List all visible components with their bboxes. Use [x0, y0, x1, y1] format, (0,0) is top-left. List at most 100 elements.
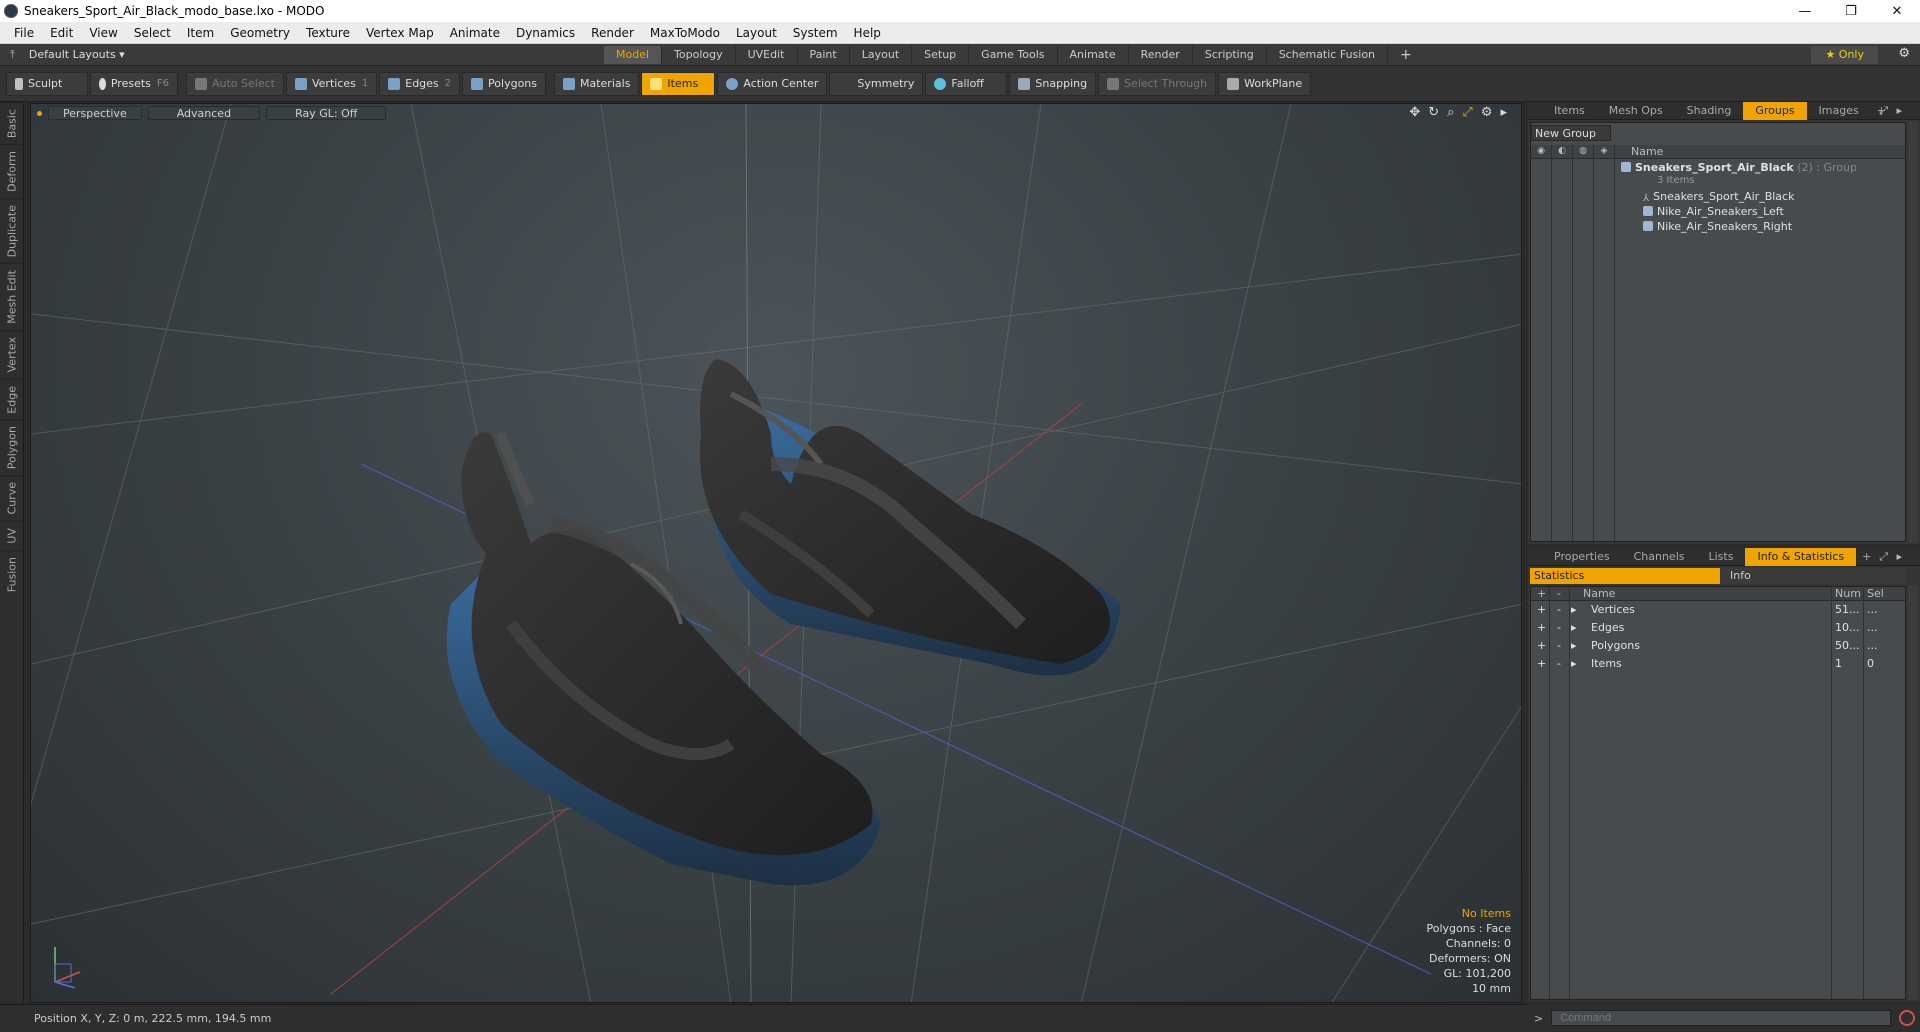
tab-channels[interactable]: Channels	[1622, 548, 1697, 566]
left-tab-duplicate[interactable]: Duplicate	[0, 198, 24, 264]
left-tab-fusion[interactable]: Fusion	[0, 549, 24, 598]
falloff-button[interactable]: Falloff	[925, 71, 1008, 96]
action-center-button[interactable]: Action Center	[717, 71, 828, 96]
lock-icon[interactable]: ◍	[1577, 146, 1589, 158]
raygl-button[interactable]: Ray GL: Off	[266, 106, 387, 120]
sculpt-button[interactable]: Sculpt	[6, 71, 88, 96]
3d-viewport[interactable]: Perspective Advanced Ray GL: Off ✥ ↻ ⌕ ⤢…	[30, 103, 1522, 1003]
new-group-button[interactable]: New Group	[1531, 125, 1611, 141]
tab-scripting[interactable]: Scripting	[1193, 46, 1267, 64]
viewport-menu-dot[interactable]	[37, 110, 42, 116]
only-button[interactable]: ★ Only	[1811, 46, 1878, 64]
snapping-button[interactable]: Snapping	[1009, 71, 1097, 96]
items-button[interactable]: Items	[641, 71, 716, 96]
left-tab-curve[interactable]: Curve	[0, 475, 24, 521]
left-tab-basic[interactable]: Basic	[0, 102, 24, 145]
tab-animate[interactable]: Animate	[1058, 46, 1129, 64]
tab-setup[interactable]: Setup	[912, 46, 970, 64]
tab-mesh-ops[interactable]: Mesh Ops	[1597, 102, 1675, 120]
tab-layout[interactable]: Layout	[850, 46, 913, 64]
menu-help[interactable]: Help	[846, 26, 889, 40]
group-child-row[interactable]: Nike_Air_Sneakers_Right	[1643, 219, 1905, 234]
move-view-icon[interactable]: ✥	[1409, 105, 1420, 120]
maximize-button[interactable]: ❐	[1828, 0, 1874, 22]
tab-model[interactable]: Model	[604, 46, 663, 64]
tab-paint[interactable]: Paint	[798, 46, 850, 64]
expand-arrow-icon[interactable]: ▸	[1571, 601, 1577, 619]
tab-render[interactable]: Render	[1129, 46, 1193, 64]
minimize-button[interactable]: —	[1782, 0, 1828, 22]
panel-menu-icon[interactable]: ▸	[1884, 102, 1914, 120]
tab-info-statistics[interactable]: Info & Statistics	[1745, 547, 1857, 566]
tab-schematic-fusion[interactable]: Schematic Fusion	[1267, 46, 1389, 64]
select-through-button[interactable]: Select Through	[1098, 71, 1217, 96]
command-input[interactable]	[1551, 1010, 1892, 1026]
subtab-info[interactable]: Info	[1720, 568, 1906, 584]
menu-edit[interactable]: Edit	[42, 26, 81, 40]
left-tab-deform[interactable]: Deform	[0, 144, 24, 199]
tab-shading[interactable]: Shading	[1675, 102, 1744, 120]
fit-view-icon[interactable]: ⤢	[1462, 105, 1472, 120]
edges-button[interactable]: Edges 2	[379, 71, 461, 96]
right-sneaker-model[interactable]	[699, 359, 1121, 676]
tab-items[interactable]: Items	[1542, 102, 1597, 120]
gear-icon[interactable]: ⚙	[1898, 46, 1910, 61]
expand-plus-icon[interactable]: +	[1537, 619, 1546, 637]
menu-geometry[interactable]: Geometry	[222, 26, 298, 40]
viewport-expand-icon[interactable]: ▸	[1500, 105, 1507, 120]
expand-plus-icon[interactable]: +	[1537, 637, 1546, 655]
tab-game-tools[interactable]: Game Tools	[969, 46, 1058, 64]
menu-file[interactable]: File	[6, 26, 42, 40]
vertices-button[interactable]: Vertices 1	[285, 71, 378, 96]
menu-select[interactable]: Select	[126, 26, 179, 40]
tab-lists[interactable]: Lists	[1697, 548, 1746, 566]
stat-row-vertices[interactable]: + - ▸ Vertices 51... ...	[1531, 601, 1905, 619]
group-child-row[interactable]: Nike_Air_Sneakers_Left	[1643, 204, 1905, 219]
expand-plus-icon[interactable]: +	[1537, 655, 1546, 673]
viewport-settings-icon[interactable]: ⚙	[1481, 105, 1493, 120]
auto-select-button[interactable]: Auto Select	[186, 71, 284, 96]
stats-menu-icon[interactable]: ▸	[1884, 548, 1914, 566]
presets-button[interactable]: Presets F6	[90, 71, 178, 96]
close-button[interactable]: ✕	[1874, 0, 1920, 22]
group-child-row[interactable]: ⅄ Sneakers_Sport_Air_Black	[1643, 189, 1905, 204]
add-tab-button[interactable]: +	[1388, 46, 1424, 64]
left-tab-uv[interactable]: UV	[0, 520, 24, 550]
menu-texture[interactable]: Texture	[298, 26, 358, 40]
symmetry-button[interactable]: Symmetry	[829, 71, 924, 96]
menu-layout[interactable]: Layout	[728, 26, 785, 40]
subtab-statistics[interactable]: Statistics	[1530, 568, 1720, 584]
select-icon[interactable]: ◈	[1598, 146, 1610, 158]
stats-scrollbar[interactable]	[1908, 586, 1918, 1000]
menu-render[interactable]: Render	[583, 26, 642, 40]
stat-row-polygons[interactable]: + - ▸ Polygons 50... ...	[1531, 637, 1905, 655]
zoom-view-icon[interactable]: ⌕	[1447, 105, 1454, 120]
layout-arrow-icon[interactable]: ⤒	[10, 48, 15, 62]
left-tab-polygon[interactable]: Polygon	[0, 419, 24, 476]
tab-topology[interactable]: Topology	[662, 46, 736, 64]
tab-images[interactable]: Images	[1807, 102, 1871, 120]
render-icon[interactable]: ◐	[1556, 146, 1568, 158]
materials-button[interactable]: Materials	[554, 71, 640, 96]
left-tab-vertex[interactable]: Vertex	[0, 330, 24, 379]
expand-plus-icon[interactable]: +	[1537, 601, 1546, 619]
stat-row-edges[interactable]: + - ▸ Edges 10... ...	[1531, 619, 1905, 637]
workplane-button[interactable]: WorkPlane	[1218, 71, 1312, 96]
left-tab-mesh-edit[interactable]: Mesh Edit	[0, 263, 24, 331]
default-layouts-dropdown[interactable]: Default Layouts ▾	[29, 48, 125, 61]
menu-animate[interactable]: Animate	[442, 26, 508, 40]
stat-row-items[interactable]: + - ▸ Items 1 0	[1531, 655, 1905, 673]
expand-arrow-icon[interactable]: ▸	[1571, 619, 1577, 637]
stop-icon[interactable]	[1899, 1010, 1916, 1026]
groups-scrollbar[interactable]	[1908, 122, 1918, 542]
expand-arrow-icon[interactable]: ▸	[1571, 655, 1577, 673]
menu-dynamics[interactable]: Dynamics	[508, 26, 583, 40]
tab-groups[interactable]: Groups	[1743, 101, 1807, 120]
left-tab-edge[interactable]: Edge	[0, 378, 24, 420]
tab-properties[interactable]: Properties	[1542, 548, 1622, 566]
menu-view[interactable]: View	[81, 26, 125, 40]
visibility-icon[interactable]: ◉	[1535, 146, 1547, 158]
tab-uvedit[interactable]: UVEdit	[736, 46, 798, 64]
advanced-button[interactable]: Advanced	[147, 106, 261, 120]
menu-maxtomodo[interactable]: MaxToModo	[642, 26, 728, 40]
